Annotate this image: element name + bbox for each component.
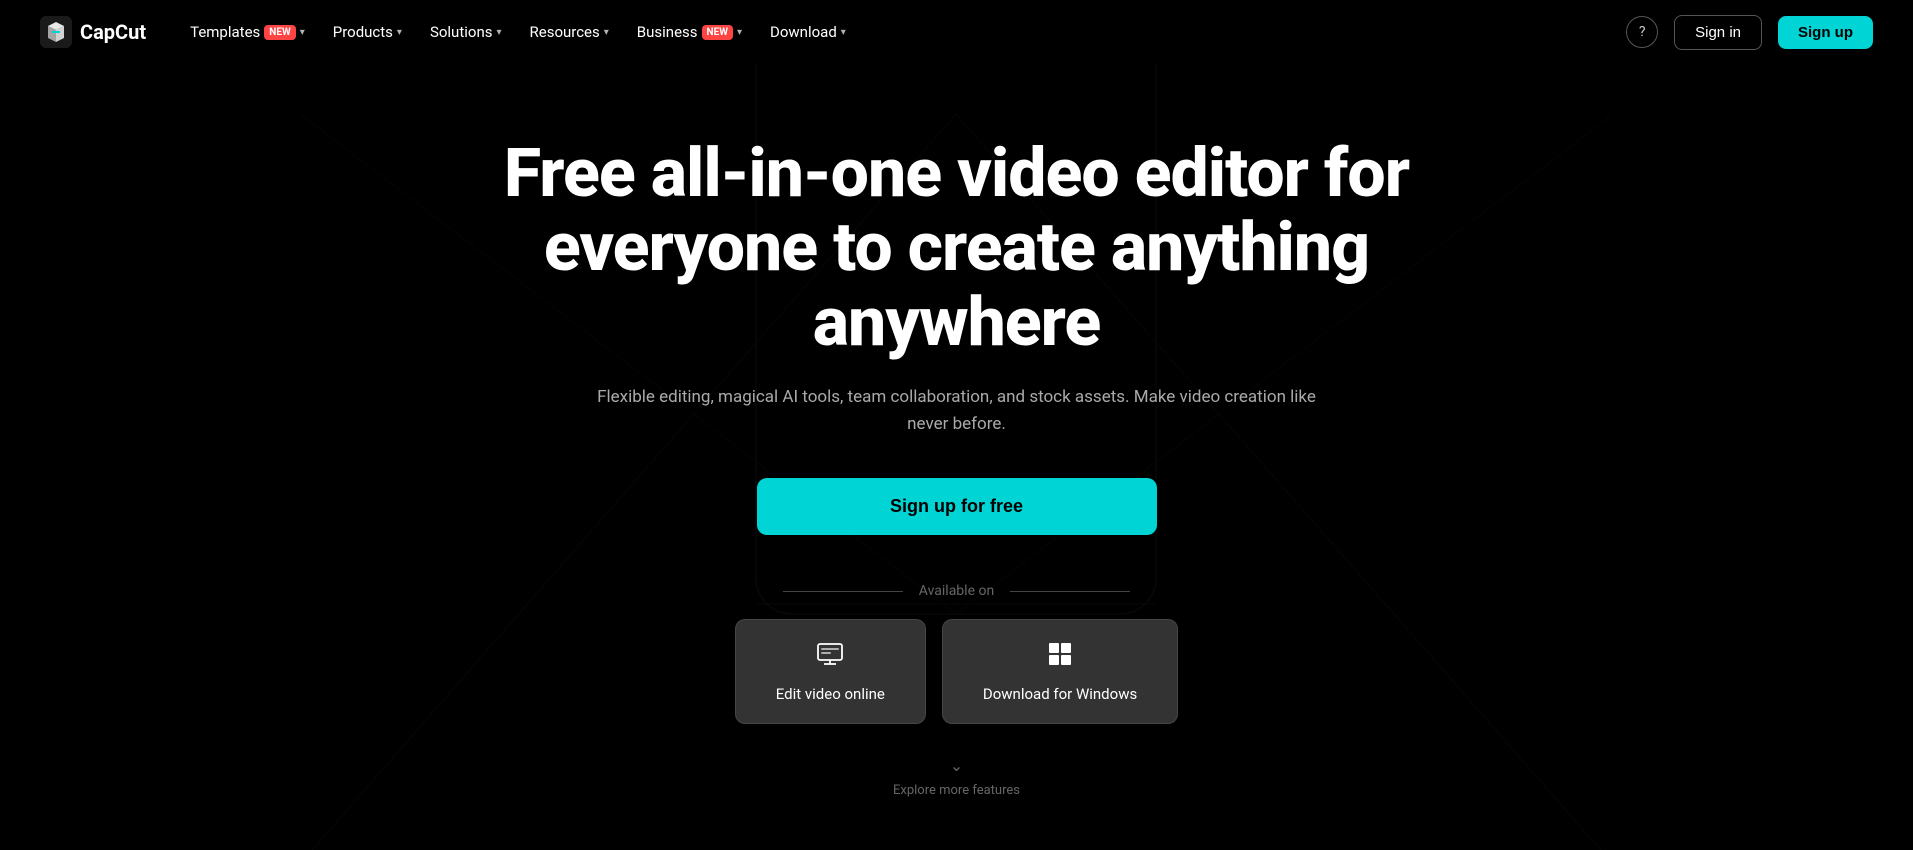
nav-badge-business: New — [702, 25, 733, 40]
hero-title: Free all-in-one video editor for everyon… — [407, 136, 1507, 360]
edit-online-label: Edit video online — [776, 685, 885, 703]
nav-label-download: Download — [770, 23, 837, 41]
logo-text: CapCut — [80, 20, 146, 44]
hero-section: Free all-in-one video editor for everyon… — [0, 64, 1913, 850]
platform-buttons: Edit video online Download for Windows — [735, 619, 1178, 724]
signup-cta-button[interactable]: Sign up for free — [757, 478, 1157, 535]
nav-label-resources: Resources — [530, 23, 600, 41]
explore-more-section: ⌄ Explore more features — [893, 756, 1020, 798]
nav-item-resources[interactable]: Resources ▾ — [518, 15, 621, 49]
nav-label-business: Business — [637, 23, 698, 41]
logo[interactable]: CapCut — [40, 16, 146, 48]
navbar: CapCut Templates New ▾ Products ▾ Soluti… — [0, 0, 1913, 64]
nav-item-business[interactable]: Business New ▾ — [625, 15, 754, 49]
chevron-icon-business: ▾ — [737, 27, 742, 38]
nav-badge-templates: New — [264, 25, 295, 40]
explore-more-label: Explore more features — [893, 783, 1020, 798]
chevron-icon-resources: ▾ — [604, 27, 609, 38]
nav-item-download[interactable]: Download ▾ — [758, 15, 858, 49]
available-section: Available on Edit v — [735, 583, 1178, 798]
help-icon[interactable]: ? — [1626, 16, 1658, 48]
download-windows-label: Download for Windows — [983, 685, 1137, 703]
navbar-left: CapCut Templates New ▾ Products ▾ Soluti… — [40, 15, 858, 49]
nav-item-products[interactable]: Products ▾ — [321, 15, 414, 49]
nav-label-solutions: Solutions — [430, 23, 493, 41]
sign-in-button[interactable]: Sign in — [1674, 15, 1762, 50]
chevron-icon-products: ▾ — [397, 27, 402, 38]
hero-subtitle: Flexible editing, magical AI tools, team… — [597, 384, 1317, 438]
windows-icon — [1046, 640, 1074, 675]
nav-item-templates[interactable]: Templates New ▾ — [178, 15, 317, 49]
chevron-icon-templates: ▾ — [300, 27, 305, 38]
help-icon-text: ? — [1639, 24, 1646, 40]
available-on-label: Available on — [783, 583, 1130, 599]
available-on-text: Available on — [919, 583, 994, 599]
download-windows-button[interactable]: Download for Windows — [942, 619, 1178, 724]
chevron-icon-download: ▾ — [841, 27, 846, 38]
chevron-down-icon: ⌄ — [950, 756, 963, 775]
navbar-right: ? Sign in Sign up — [1626, 15, 1873, 50]
nav-items: Templates New ▾ Products ▾ Solutions ▾ R… — [178, 15, 858, 49]
hero-content: Free all-in-one video editor for everyon… — [407, 136, 1507, 799]
sign-up-button[interactable]: Sign up — [1778, 16, 1873, 49]
capcut-logo-icon — [40, 16, 72, 48]
edit-online-button[interactable]: Edit video online — [735, 619, 926, 724]
chevron-icon-solutions: ▾ — [496, 27, 501, 38]
monitor-icon — [816, 640, 844, 675]
nav-label-templates: Templates — [190, 23, 260, 41]
nav-item-solutions[interactable]: Solutions ▾ — [418, 15, 514, 49]
nav-label-products: Products — [333, 23, 393, 41]
